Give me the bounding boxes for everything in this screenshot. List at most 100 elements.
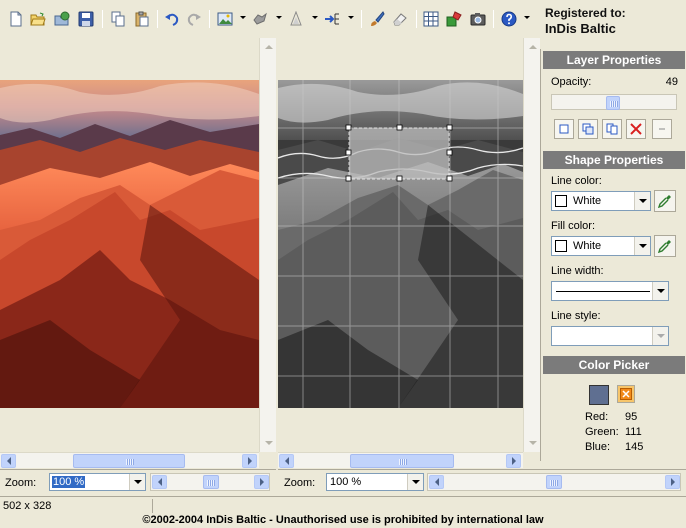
slider-left-arrow-icon[interactable] <box>152 475 167 489</box>
fill-color-value: White <box>573 240 602 252</box>
help-dropdown-arrow[interactable] <box>524 16 530 19</box>
duplicate-layer-icon[interactable] <box>578 119 598 139</box>
edited-vertical-scrollbar[interactable] <box>523 38 540 452</box>
undo-icon[interactable] <box>162 9 182 29</box>
zoom-dropdown-icon[interactable] <box>407 474 423 490</box>
status-bar: 502 x 328 <box>0 496 686 514</box>
delete-layer-icon[interactable] <box>626 119 646 139</box>
toolbar-separator <box>102 10 103 28</box>
blue-label: Blue: <box>585 441 611 453</box>
help-icon[interactable] <box>499 9 519 29</box>
scroll-up-arrow-icon[interactable] <box>525 39 540 54</box>
fill-color-eyedropper-icon[interactable] <box>654 235 676 257</box>
registration-name: InDis Baltic <box>545 21 616 36</box>
original-image[interactable] <box>0 80 259 408</box>
shape-properties-header: Shape Properties <box>543 151 685 169</box>
filter-dropdown-arrow[interactable] <box>312 16 318 19</box>
line-color-select[interactable]: White <box>551 191 651 211</box>
redo-icon[interactable] <box>184 9 204 29</box>
opacity-label: Opacity: <box>551 76 592 88</box>
original-vertical-scrollbar[interactable] <box>259 38 276 452</box>
scroll-up-arrow-icon[interactable] <box>261 39 276 54</box>
scroll-thumb[interactable] <box>73 454 185 468</box>
opacity-slider-thumb[interactable] <box>606 96 620 110</box>
scroll-thumb[interactable] <box>350 454 454 468</box>
scroll-down-arrow-icon[interactable] <box>261 435 276 450</box>
edited-photo-graphic <box>278 80 523 408</box>
scroll-right-arrow-icon[interactable] <box>506 454 521 468</box>
camera-icon[interactable] <box>468 9 488 29</box>
effects-icon[interactable] <box>444 9 464 29</box>
image-dropdown-arrow[interactable] <box>240 16 246 19</box>
line-color-value: White <box>573 195 602 207</box>
toolbar-separator <box>416 10 417 28</box>
open-folder-icon[interactable] <box>28 9 48 29</box>
line-style-select[interactable] <box>551 326 669 346</box>
picked-color-swatch <box>589 385 609 405</box>
paste-icon[interactable] <box>132 9 152 29</box>
copy-layer-icon[interactable] <box>602 119 622 139</box>
filter-icon[interactable] <box>286 9 306 29</box>
copyright-text: ©2002-2004 InDis Baltic - Unauthorised u… <box>142 514 544 526</box>
edited-horizontal-scrollbar[interactable] <box>278 452 523 468</box>
slider-right-arrow-icon[interactable] <box>254 475 269 489</box>
open-recent-icon[interactable] <box>52 9 72 29</box>
registration-label: Registered to: <box>545 6 626 20</box>
brush-icon[interactable] <box>367 9 387 29</box>
new-file-icon[interactable] <box>6 9 26 29</box>
zoom-slider[interactable] <box>150 473 270 491</box>
green-label: Green: <box>585 426 619 438</box>
layer-options-icon[interactable] <box>652 119 672 139</box>
align-dropdown-arrow[interactable] <box>348 16 354 19</box>
slider-right-arrow-icon[interactable] <box>665 475 680 489</box>
zoom-select[interactable]: 100 % <box>326 473 424 491</box>
red-value: 95 <box>625 411 638 423</box>
original-horizontal-scrollbar[interactable] <box>0 452 259 468</box>
slider-left-arrow-icon[interactable] <box>429 475 444 489</box>
scroll-left-arrow-icon[interactable] <box>1 454 16 468</box>
color-picker-header: Color Picker <box>543 356 685 374</box>
opacity-slider[interactable] <box>551 94 677 110</box>
fill-color-swatch <box>555 240 567 252</box>
image-size-text: 502 x 328 <box>3 500 52 512</box>
edited-image[interactable] <box>278 80 523 408</box>
selected-shape[interactable] <box>348 127 450 180</box>
zoom-slider[interactable] <box>427 473 681 491</box>
scroll-right-arrow-icon[interactable] <box>242 454 257 468</box>
green-value: 111 <box>625 426 642 438</box>
line-color-dropdown-icon[interactable] <box>634 192 650 210</box>
line-width-dropdown-icon[interactable] <box>652 282 668 300</box>
scroll-down-arrow-icon[interactable] <box>525 435 540 450</box>
layers-dropdown-arrow[interactable] <box>276 16 282 19</box>
line-width-select[interactable] <box>551 281 669 301</box>
slider-thumb[interactable] <box>203 475 219 489</box>
toolbar-separator <box>361 10 362 28</box>
eraser-icon[interactable] <box>390 9 410 29</box>
toolbar-separator <box>493 10 494 28</box>
line-style-dropdown-icon[interactable] <box>652 327 668 345</box>
fill-color-select[interactable]: White <box>551 236 651 256</box>
line-color-label: Line color: <box>551 175 602 187</box>
align-icon[interactable] <box>322 9 342 29</box>
image-icon[interactable] <box>215 9 235 29</box>
zoom-value: 100 % <box>330 476 362 488</box>
properties-panel: Layer Properties Opacity: 49 Shape Prope… <box>540 49 686 461</box>
save-icon[interactable] <box>76 9 96 29</box>
swap-color-icon[interactable] <box>617 385 635 403</box>
line-color-swatch <box>555 195 567 207</box>
blue-value: 145 <box>625 441 644 453</box>
line-color-eyedropper-icon[interactable] <box>654 190 676 212</box>
zoom-label: Zoom: <box>5 477 37 489</box>
grid-icon[interactable] <box>421 9 441 29</box>
scroll-left-arrow-icon[interactable] <box>279 454 294 468</box>
zoom-select[interactable]: 100 % <box>49 473 146 491</box>
copy-icon[interactable] <box>108 9 128 29</box>
toolbar-separator <box>209 10 210 28</box>
fill-color-dropdown-icon[interactable] <box>634 237 650 255</box>
bring-forward-icon[interactable] <box>554 119 574 139</box>
slider-thumb[interactable] <box>546 475 562 489</box>
red-label: Red: <box>585 411 609 423</box>
zoom-dropdown-icon[interactable] <box>129 474 145 490</box>
layers-icon[interactable] <box>250 9 270 29</box>
opacity-value: 49 <box>665 76 678 88</box>
